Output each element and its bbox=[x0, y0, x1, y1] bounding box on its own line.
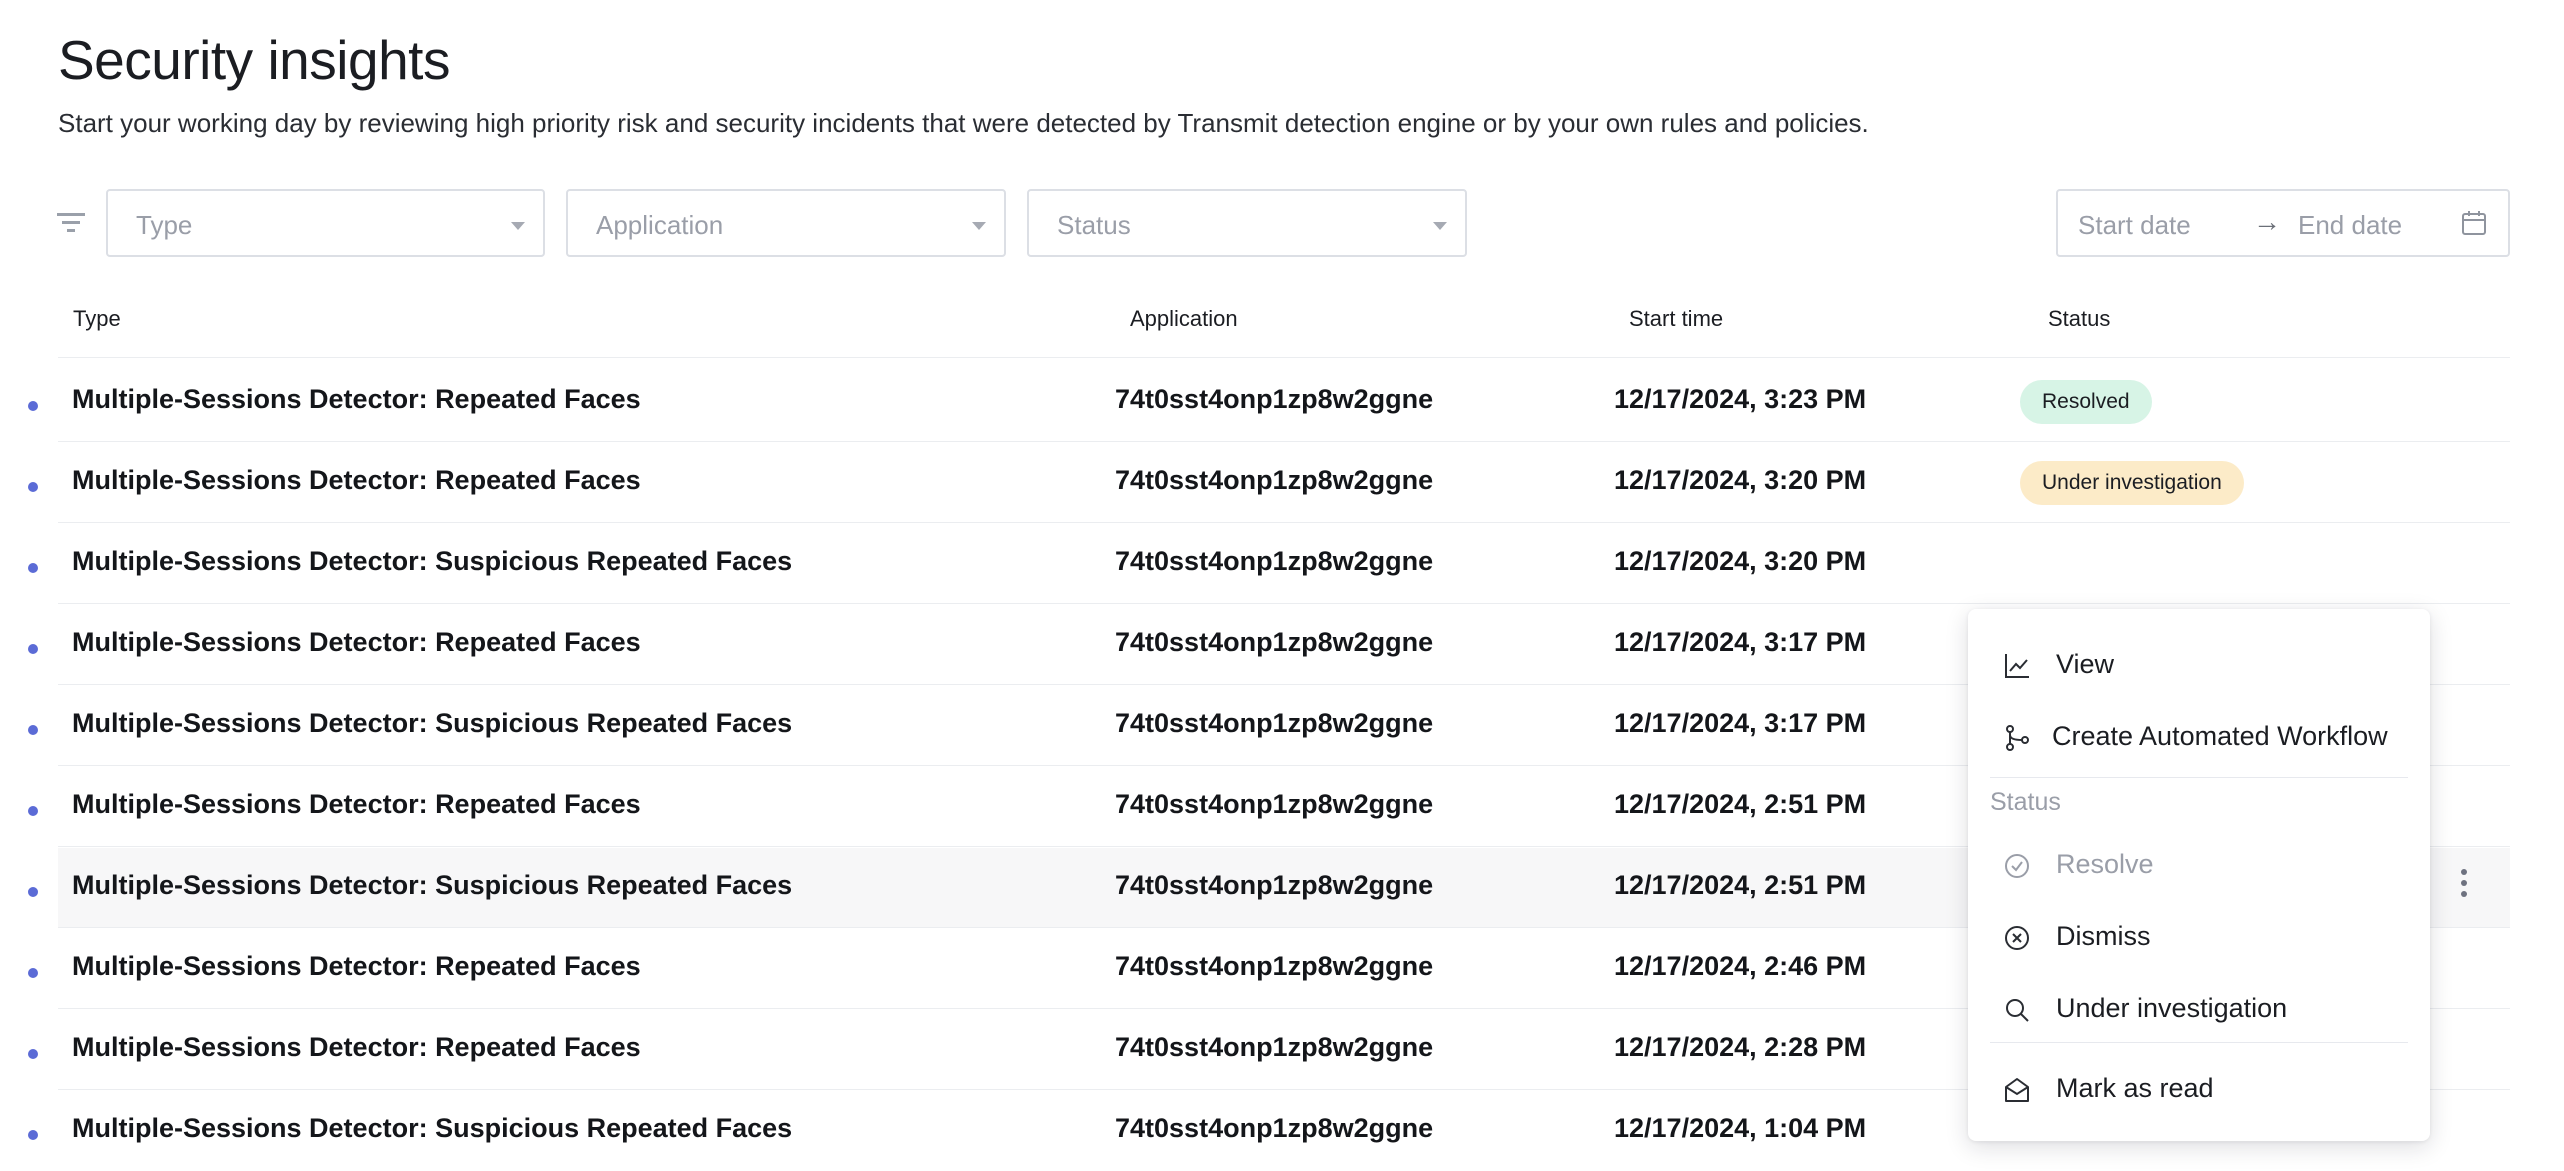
page-title: Security insights bbox=[58, 29, 450, 91]
cell-application: 74t0sst4onp1zp8w2ggne bbox=[1115, 546, 1434, 576]
page-subtitle: Start your working day by reviewing high… bbox=[58, 108, 1869, 138]
unread-indicator bbox=[28, 1130, 38, 1140]
cell-application: 74t0sst4onp1zp8w2ggne bbox=[1115, 1032, 1434, 1062]
cell-start-time: 12/17/2024, 3:23 PM bbox=[1614, 384, 1867, 414]
cell-type: Multiple-Sessions Detector: Repeated Fac… bbox=[72, 1032, 641, 1062]
cell-type: Multiple-Sessions Detector: Suspicious R… bbox=[72, 546, 793, 576]
menu-item-resolve[interactable]: Resolve bbox=[1968, 837, 2430, 893]
start-date-input[interactable]: Start date bbox=[2078, 210, 2191, 241]
chevron-down-icon bbox=[972, 222, 986, 230]
cell-application: 74t0sst4onp1zp8w2ggne bbox=[1115, 627, 1434, 657]
cell-start-time: 12/17/2024, 3:20 PM bbox=[1614, 465, 1867, 495]
cell-start-time: 12/17/2024, 3:17 PM bbox=[1614, 627, 1867, 657]
calendar-icon[interactable] bbox=[2460, 209, 2488, 237]
menu-divider bbox=[1990, 1042, 2408, 1043]
table-row[interactable]: Multiple-Sessions Detector: Repeated Fac… bbox=[28, 443, 2510, 523]
cell-type: Multiple-Sessions Detector: Repeated Fac… bbox=[72, 951, 641, 981]
column-header-type[interactable]: Type bbox=[73, 306, 121, 332]
column-header-application[interactable]: Application bbox=[1130, 306, 1238, 332]
cell-type: Multiple-Sessions Detector: Repeated Fac… bbox=[72, 627, 641, 657]
column-header-start-time[interactable]: Start time bbox=[1629, 306, 1723, 332]
menu-item-label: Mark as read bbox=[2056, 1073, 2214, 1103]
cell-application: 74t0sst4onp1zp8w2ggne bbox=[1115, 951, 1434, 981]
envelope-open-icon bbox=[2005, 1078, 2029, 1102]
unread-indicator bbox=[28, 968, 38, 978]
unread-indicator bbox=[28, 1049, 38, 1059]
cell-start-time: 12/17/2024, 2:51 PM bbox=[1614, 789, 1867, 819]
cell-application: 74t0sst4onp1zp8w2ggne bbox=[1115, 870, 1434, 900]
cell-start-time: 12/17/2024, 3:20 PM bbox=[1614, 546, 1867, 576]
menu-item-label: Resolve bbox=[2056, 849, 2154, 879]
menu-divider bbox=[1990, 777, 2408, 778]
cell-application: 74t0sst4onp1zp8w2ggne bbox=[1115, 708, 1434, 738]
chevron-down-icon bbox=[511, 222, 525, 230]
menu-section-status: Status bbox=[1990, 788, 2061, 816]
menu-item-label: Dismiss bbox=[2056, 921, 2151, 951]
cell-start-time: 12/17/2024, 2:46 PM bbox=[1614, 951, 1867, 981]
unread-indicator bbox=[28, 401, 38, 411]
unread-indicator bbox=[28, 482, 38, 492]
x-circle-icon bbox=[2005, 926, 2029, 950]
table-row[interactable]: Multiple-Sessions Detector: Repeated Fac… bbox=[28, 362, 2510, 442]
menu-item-label: Under investigation bbox=[2056, 993, 2288, 1023]
chart-line-icon bbox=[2005, 654, 2029, 678]
type-filter-placeholder: Type bbox=[136, 210, 193, 240]
application-filter-placeholder: Application bbox=[596, 210, 724, 240]
menu-item-dismiss[interactable]: Dismiss bbox=[1968, 909, 2430, 965]
cell-type: Multiple-Sessions Detector: Repeated Fac… bbox=[72, 789, 641, 819]
cell-type: Multiple-Sessions Detector: Repeated Fac… bbox=[72, 465, 641, 495]
status-badge: Under investigation bbox=[2020, 461, 2244, 505]
type-filter-select[interactable]: Type bbox=[106, 189, 545, 257]
git-branch-icon bbox=[2006, 725, 2029, 751]
menu-item-mark-as-read[interactable]: Mark as read bbox=[1968, 1061, 2430, 1117]
date-range-picker[interactable]: Start date → End date bbox=[2056, 189, 2510, 257]
cell-start-time: 12/17/2024, 2:28 PM bbox=[1614, 1032, 1867, 1062]
end-date-input[interactable]: End date bbox=[2298, 210, 2402, 241]
search-icon bbox=[2006, 999, 2029, 1022]
more-options-icon[interactable] bbox=[2450, 864, 2478, 912]
status-badge: Resolved bbox=[2020, 380, 2152, 424]
filter-icon[interactable] bbox=[55, 208, 87, 236]
row-context-menu: View Create Automated Workflow Status Re… bbox=[1968, 609, 2430, 1141]
header-divider bbox=[58, 357, 2510, 358]
menu-item-view[interactable]: View bbox=[1968, 637, 2430, 693]
unread-indicator bbox=[28, 806, 38, 816]
check-circle-icon bbox=[2005, 854, 2029, 878]
unread-indicator bbox=[28, 725, 38, 735]
menu-item-label: View bbox=[2056, 649, 2115, 679]
cell-application: 74t0sst4onp1zp8w2ggne bbox=[1115, 1113, 1434, 1143]
cell-type: Multiple-Sessions Detector: Suspicious R… bbox=[72, 870, 793, 900]
cell-type: Multiple-Sessions Detector: Suspicious R… bbox=[72, 1113, 793, 1143]
unread-indicator bbox=[28, 887, 38, 897]
column-header-status[interactable]: Status bbox=[2048, 306, 2110, 332]
cell-application: 74t0sst4onp1zp8w2ggne bbox=[1115, 789, 1434, 819]
cell-start-time: 12/17/2024, 3:17 PM bbox=[1614, 708, 1867, 738]
status-filter-select[interactable]: Status bbox=[1027, 189, 1467, 257]
cell-application: 74t0sst4onp1zp8w2ggne bbox=[1115, 384, 1434, 414]
menu-item-label: Create Automated Workflow bbox=[2052, 721, 2388, 751]
unread-indicator bbox=[28, 644, 38, 654]
arrow-right-icon: → bbox=[2253, 206, 2281, 237]
unread-indicator bbox=[28, 563, 38, 573]
cell-type: Multiple-Sessions Detector: Suspicious R… bbox=[72, 708, 793, 738]
cell-application: 74t0sst4onp1zp8w2ggne bbox=[1115, 465, 1434, 495]
menu-item-under-investigation[interactable]: Under investigation bbox=[1968, 981, 2430, 1037]
menu-item-create-workflow[interactable]: Create Automated Workflow bbox=[1968, 709, 2430, 765]
cell-type: Multiple-Sessions Detector: Repeated Fac… bbox=[72, 384, 641, 414]
cell-start-time: 12/17/2024, 1:04 PM bbox=[1614, 1113, 1867, 1143]
status-filter-placeholder: Status bbox=[1057, 210, 1131, 240]
cell-start-time: 12/17/2024, 2:51 PM bbox=[1614, 870, 1867, 900]
application-filter-select[interactable]: Application bbox=[566, 189, 1006, 257]
table-row[interactable]: Multiple-Sessions Detector: Suspicious R… bbox=[28, 524, 2510, 604]
chevron-down-icon bbox=[1433, 222, 1447, 230]
